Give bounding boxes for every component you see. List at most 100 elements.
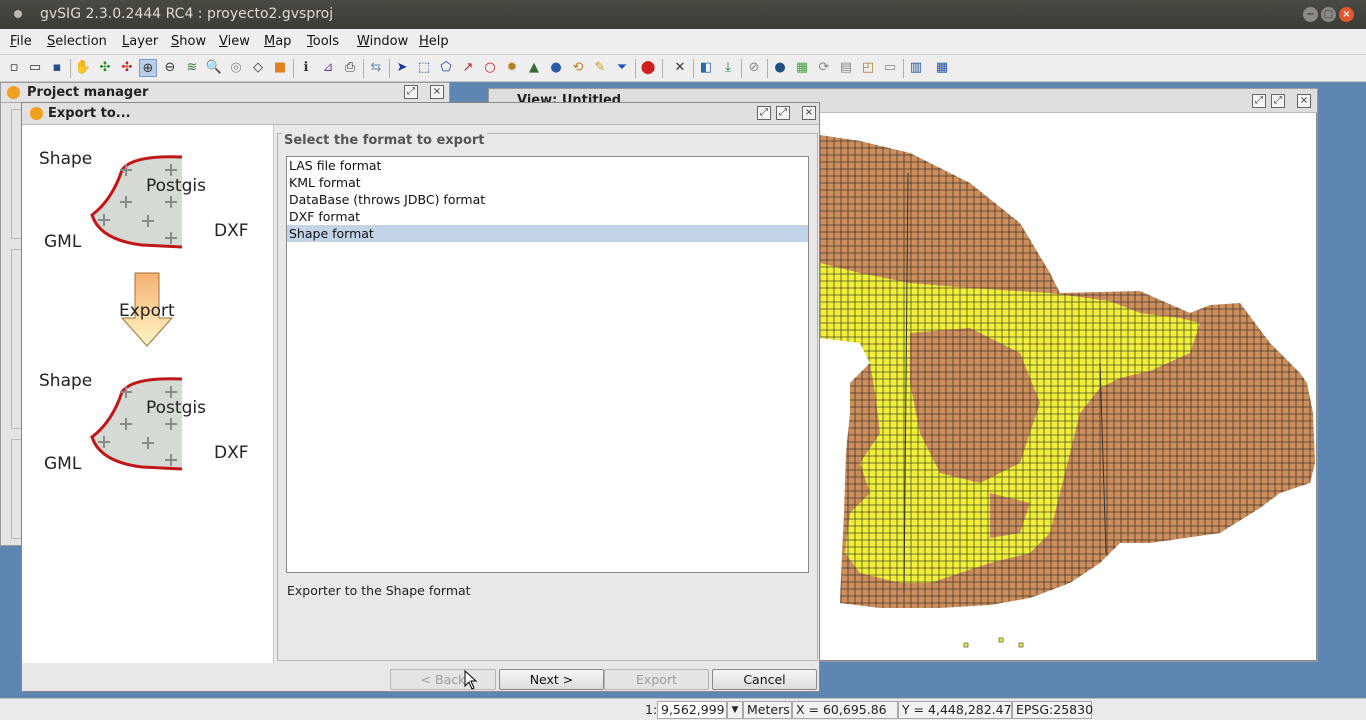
project-manager-header[interactable]: Project manager ⤢ × (1, 83, 449, 103)
illustration-label-postgis: Postgis (146, 398, 206, 418)
crs-label: EPSG:25830 (1012, 701, 1093, 719)
raster-icon[interactable]: ▦ (793, 59, 811, 77)
menu-tools[interactable]: Tools (307, 34, 339, 49)
minimize-button[interactable]: − (1303, 7, 1318, 22)
select-line-icon[interactable]: ↗ (459, 59, 477, 77)
toolbar-separator (635, 59, 636, 78)
pan-icon[interactable]: ✋ (74, 59, 92, 77)
zoom-prev-icon[interactable]: ◎ (227, 59, 245, 77)
scale-input[interactable]: 9,562,999 (657, 701, 727, 719)
menu-help[interactable]: Help (419, 34, 449, 49)
restore-icon[interactable]: ⤢ (404, 85, 418, 99)
select-buffer-icon[interactable]: ✹ (503, 59, 521, 77)
next-button[interactable]: Next > (499, 669, 604, 690)
menu-file[interactable]: File (10, 34, 32, 49)
list-item[interactable]: DXF format (287, 208, 808, 225)
illustration-label-dxf: DXF (214, 443, 249, 463)
gvsig-icon (30, 107, 43, 120)
maximize-icon[interactable]: ⤢ (776, 106, 790, 120)
tools-icon[interactable]: ✕ (671, 59, 689, 77)
restore-icon[interactable]: ⤢ (757, 106, 771, 120)
zoom-out-icon[interactable]: ⊖ (161, 59, 179, 77)
map-raster-layer (820, 135, 1315, 648)
menu-show[interactable]: Show (171, 34, 206, 49)
filter-icon[interactable]: ⏷ (613, 59, 631, 77)
new-icon[interactable]: ▫ (5, 59, 23, 77)
clear-selection-icon[interactable]: ✎ (591, 59, 609, 77)
toolbar-separator (389, 59, 390, 78)
select-circle-icon[interactable]: ○ (481, 59, 499, 77)
list-item[interactable]: KML format (287, 174, 808, 191)
graphic-icon[interactable]: ⊘ (745, 59, 763, 77)
snap-icon[interactable]: ⤓ (719, 59, 737, 77)
close-button[interactable]: × (1339, 7, 1354, 22)
geoprocess-icon[interactable]: ◰ (859, 59, 877, 77)
reload-icon[interactable]: ⟳ (815, 59, 833, 77)
menu-selection[interactable]: Selection (47, 34, 107, 49)
hyperlink-icon[interactable]: ⇆ (367, 59, 385, 77)
zoom-next-icon[interactable]: ◇ (249, 59, 267, 77)
select-area-icon[interactable]: ▲ (525, 59, 543, 77)
select-rect-icon[interactable]: ⬚ (415, 59, 433, 77)
report-icon[interactable]: ▦ (933, 59, 951, 77)
stop-icon[interactable]: ⬤ (639, 59, 657, 77)
measure-icon[interactable]: ⊿ (319, 59, 337, 77)
menu-window[interactable]: Window (357, 34, 408, 49)
illustration-label-dxf: DXF (214, 221, 249, 241)
menu-map[interactable]: Map (264, 34, 291, 49)
format-description: Exporter to the Shape format (287, 583, 471, 598)
export-illustration: Shape Postgis GML DXF Export Shape Postg… (22, 125, 274, 663)
app-title-bar: gvSIG 2.3.0.2444 RC4 : proyecto2.gvsproj… (0, 0, 1366, 29)
toolbar-separator (662, 59, 663, 78)
zoom-full-icon[interactable]: ✣ (96, 59, 114, 77)
toolbar-separator (693, 59, 694, 78)
locator-icon[interactable]: ■ (271, 59, 289, 77)
close-icon[interactable]: × (1297, 94, 1311, 108)
globe-icon[interactable]: ● (547, 59, 565, 77)
toolbar-separator (363, 59, 364, 78)
select-polygon-icon[interactable]: ⬠ (437, 59, 455, 77)
status-bar: 1: 9,562,999 ▼ Meters X = 60,695.86 Y = … (0, 698, 1366, 720)
y-coordinate: Y = 4,448,282.47 (898, 701, 1012, 719)
toolbar-separator (741, 59, 742, 78)
illustration-label-shape: Shape (39, 149, 93, 169)
map-point (1018, 642, 1024, 648)
format-list[interactable]: LAS file format KML format DataBase (thr… (286, 156, 809, 573)
cancel-button[interactable]: Cancel (712, 669, 817, 690)
zoom-select-icon[interactable]: ✣ (118, 59, 136, 77)
edit-icon[interactable]: ◧ (697, 59, 715, 77)
zoom-in-icon[interactable]: ⊕ (139, 59, 157, 77)
maximize-icon[interactable]: ⤢ (1271, 94, 1285, 108)
maximize-button[interactable]: □ (1321, 7, 1336, 22)
print-icon[interactable]: ⎙ (341, 59, 359, 77)
invert-selection-icon[interactable]: ⟲ (569, 59, 587, 77)
open-icon[interactable]: ▭ (26, 59, 44, 77)
list-item[interactable]: LAS file format (287, 157, 808, 174)
window-menu-icon[interactable] (14, 10, 22, 18)
export-dialog-header[interactable]: Export to... ⤢ ⤢ × (22, 103, 819, 125)
close-icon[interactable]: × (802, 106, 816, 120)
close-icon[interactable]: × (430, 85, 444, 99)
restore-icon[interactable]: ⤢ (1252, 94, 1266, 108)
save-icon[interactable]: ▪ (48, 59, 66, 77)
menu-layer[interactable]: Layer (122, 34, 158, 49)
scale-prefix: 1: (645, 702, 658, 717)
select-icon[interactable]: ➤ (393, 59, 411, 77)
menu-view[interactable]: View (219, 34, 250, 49)
scale-dropdown-icon[interactable]: ▼ (727, 701, 743, 719)
zoom-layer-icon[interactable]: 🔍 (205, 59, 223, 77)
list-item[interactable]: DataBase (throws JDBC) format (287, 191, 808, 208)
cache-icon[interactable]: ▤ (837, 59, 855, 77)
info-icon[interactable]: ℹ (297, 59, 315, 77)
table-icon[interactable]: ▥ (907, 59, 925, 77)
image-icon[interactable]: ▭ (881, 59, 899, 77)
map-canvas[interactable] (820, 113, 1317, 661)
toolbar-separator (70, 59, 71, 78)
toolbar-separator (767, 59, 768, 78)
layers-icon[interactable]: ≋ (183, 59, 201, 77)
format-groupbox: Select the format to export LAS file for… (277, 133, 818, 661)
list-item-selected[interactable]: Shape format (287, 225, 808, 242)
back-button[interactable]: < Back (390, 669, 496, 690)
export-button[interactable]: Export (604, 669, 709, 690)
world-icon[interactable]: ● (771, 59, 789, 77)
